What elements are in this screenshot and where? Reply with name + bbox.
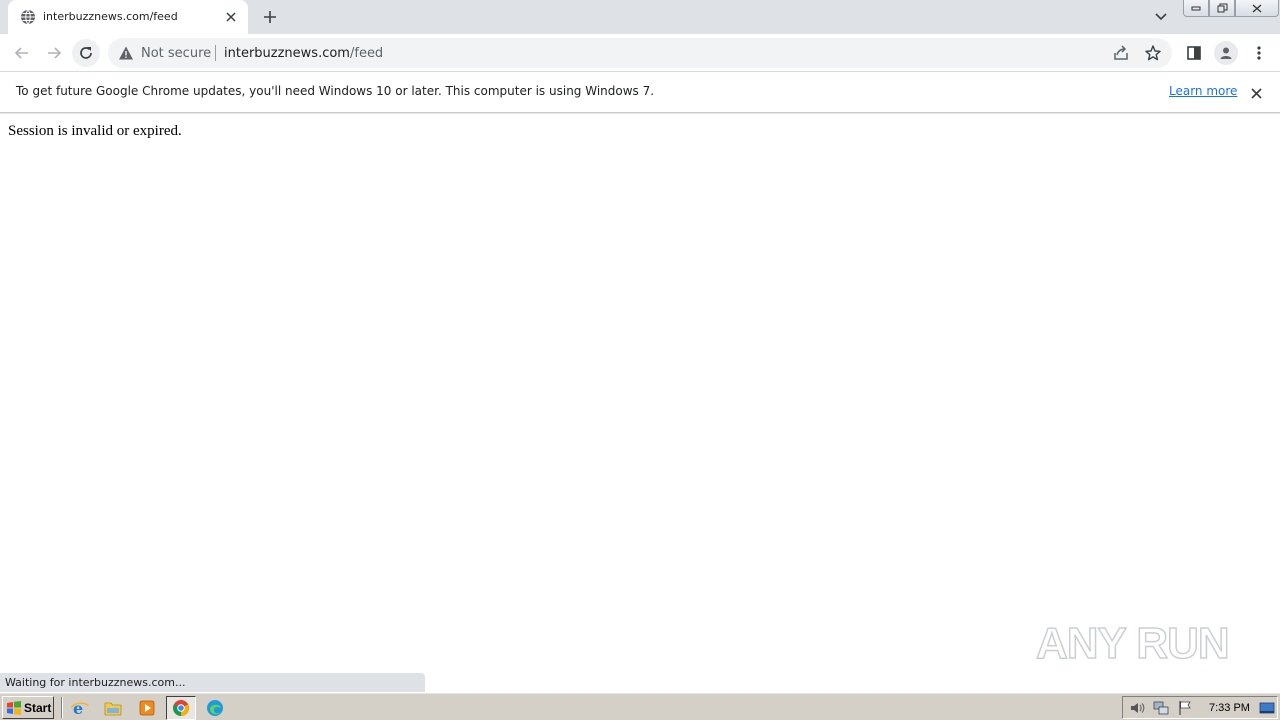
bookmark-star-icon[interactable]	[1144, 44, 1162, 62]
minimize-button[interactable]	[1183, 0, 1209, 17]
minimize-icon	[1191, 6, 1201, 11]
reload-icon	[80, 47, 92, 59]
chrome-icon[interactable]	[166, 696, 196, 720]
status-text: Waiting for interbuzznews.com...	[5, 676, 186, 689]
show-desktop-icon[interactable]	[1259, 700, 1275, 716]
plus-icon	[264, 11, 276, 23]
watermark-text: ANY RUN	[1036, 619, 1229, 668]
start-button[interactable]: Start	[2, 696, 54, 719]
edge-icon[interactable]	[204, 697, 226, 719]
volume-icon[interactable]	[1129, 700, 1145, 716]
media-player-icon[interactable]	[136, 697, 158, 719]
warning-icon	[119, 46, 133, 60]
globe-icon	[21, 9, 35, 25]
internet-explorer-icon[interactable]: e	[69, 697, 91, 719]
browser-toolbar: Not secure interbuzznews.com/feed	[0, 34, 1280, 72]
start-label: Start	[24, 700, 52, 715]
restore-button[interactable]	[1209, 0, 1235, 17]
window-controls	[1183, 0, 1279, 18]
taskbar-separator	[61, 697, 63, 718]
arrow-right-icon	[48, 47, 62, 59]
taskbar-clock[interactable]: 7:33 PM	[1209, 702, 1250, 714]
restore-icon	[1217, 3, 1227, 13]
network-icon[interactable]	[1153, 700, 1169, 716]
url-path: /feed	[349, 46, 384, 61]
chevron-down-icon	[1155, 13, 1167, 21]
close-icon	[1250, 87, 1262, 99]
url-text[interactable]: interbuzznews.com/feed	[224, 46, 383, 61]
file-explorer-icon[interactable]	[102, 697, 124, 719]
kebab-menu-icon	[1257, 46, 1261, 60]
close-icon	[226, 12, 236, 22]
tab-close-button[interactable]	[222, 8, 240, 26]
browser-tab[interactable]: interbuzznews.com/feed	[8, 0, 248, 34]
side-panel-button[interactable]	[1184, 43, 1204, 63]
side-panel-icon	[1187, 46, 1201, 60]
url-host: interbuzznews.com	[224, 46, 350, 61]
action-center-flag-icon[interactable]	[1177, 700, 1193, 716]
share-icon[interactable]	[1112, 44, 1130, 62]
infobar-message: To get future Google Chrome updates, you…	[16, 84, 655, 98]
person-icon	[1220, 47, 1232, 59]
back-button[interactable]	[8, 39, 36, 67]
page-content: Session is invalid or expired.	[0, 114, 1280, 692]
tab-title: interbuzznews.com/feed	[43, 10, 178, 23]
forward-button[interactable]	[40, 39, 68, 67]
system-tray: 7:33 PM	[1122, 696, 1278, 719]
status-bubble: Waiting for interbuzznews.com...	[0, 673, 425, 692]
reload-button[interactable]	[72, 39, 100, 67]
omnibox-divider	[215, 45, 216, 61]
security-label[interactable]: Not secure	[141, 46, 211, 61]
new-tab-button[interactable]	[259, 6, 281, 28]
update-infobar: To get future Google Chrome updates, you…	[0, 72, 1280, 113]
close-icon	[1252, 4, 1262, 12]
infobar-close-button[interactable]	[1247, 84, 1265, 102]
windows-logo-icon	[7, 700, 21, 715]
learn-more-link[interactable]: Learn more	[1169, 84, 1237, 98]
window-close-button[interactable]	[1235, 0, 1279, 17]
anyrun-watermark: ANY RUN	[1035, 608, 1236, 672]
tab-strip: interbuzznews.com/feed	[0, 0, 1280, 34]
address-bar[interactable]: Not secure interbuzznews.com/feed	[108, 38, 1172, 68]
menu-button[interactable]	[1249, 43, 1269, 63]
session-message: Session is invalid or expired.	[8, 123, 182, 139]
svg-text:e: e	[73, 699, 83, 717]
profile-button[interactable]	[1214, 41, 1238, 65]
arrow-left-icon	[14, 47, 28, 59]
windows-taskbar: Start e 7:33 PM	[0, 692, 1280, 720]
tab-search-button[interactable]	[1150, 6, 1172, 28]
